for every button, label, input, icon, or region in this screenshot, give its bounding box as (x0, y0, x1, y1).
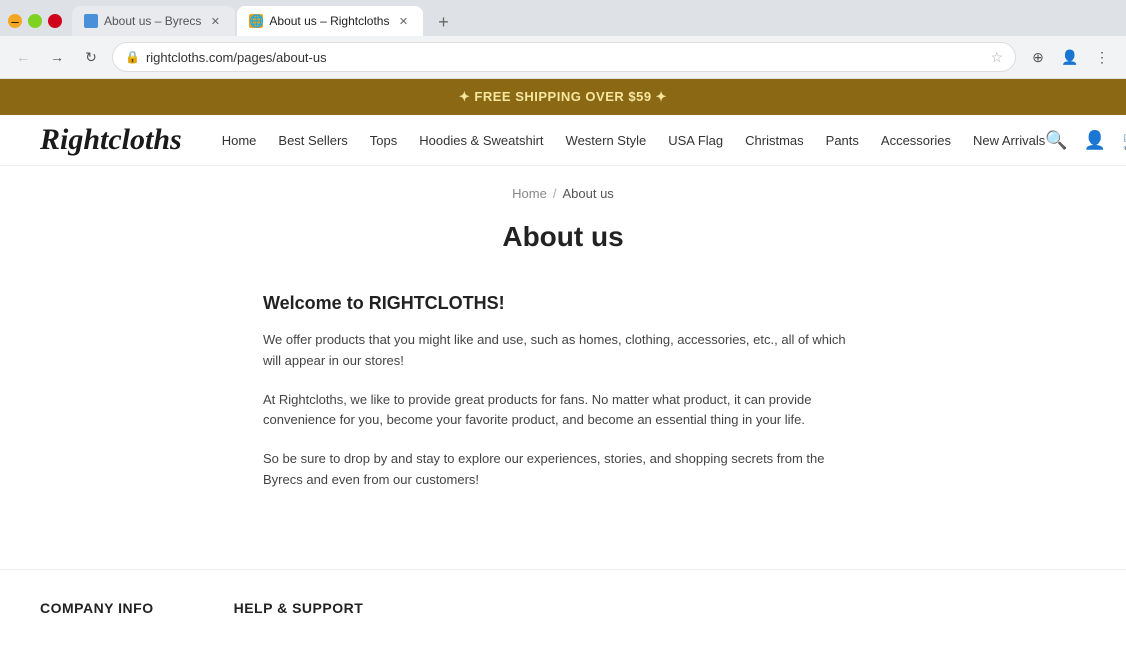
breadcrumb-home[interactable]: Home (512, 186, 547, 201)
nav-hoodies[interactable]: Hoodies & Sweatshirt (419, 133, 543, 148)
nav-christmas[interactable]: Christmas (745, 133, 804, 148)
minimize-button[interactable]: – (8, 14, 22, 28)
lock-icon: 🔒 (125, 50, 140, 64)
profile-button[interactable]: 👤 (1056, 43, 1084, 71)
browser-tab-2[interactable]: 🌐 About us – Rightcloths ✕ (237, 6, 423, 36)
footer-company-heading: COMPANY INFO (40, 600, 154, 616)
about-paragraph-1: We offer products that you might like an… (263, 330, 863, 372)
tab-label-2: About us – Rightcloths (269, 14, 389, 28)
page-title: About us (40, 221, 1086, 253)
about-heading: Welcome to RIGHTCLOTHS! (263, 293, 863, 314)
browser-tabs: About us – Byrecs ✕ 🌐 About us – Rightcl… (72, 6, 1118, 36)
site-footer: COMPANY INFO HELP & SUPPORT (0, 569, 1126, 648)
extensions-button[interactable]: ⊕ (1024, 43, 1052, 71)
main-nav: Home Best Sellers Tops Hoodies & Sweatsh… (222, 133, 1046, 148)
nav-accessories[interactable]: Accessories (881, 133, 951, 148)
tab-close-1[interactable]: ✕ (207, 13, 223, 29)
footer-help-support: HELP & SUPPORT (234, 600, 364, 628)
browser-tab-1[interactable]: About us – Byrecs ✕ (72, 6, 235, 36)
nav-home[interactable]: Home (222, 133, 257, 148)
new-tab-button[interactable]: + (429, 8, 457, 36)
breadcrumb-separator: / (553, 186, 557, 201)
about-paragraph-2: At Rightcloths, we like to provide great… (263, 390, 863, 432)
breadcrumb-current: About us (562, 186, 613, 201)
site-logo[interactable]: Rightcloths (40, 125, 182, 155)
site-header: Rightcloths Home Best Sellers Tops Hoodi… (0, 115, 1126, 166)
nav-western-style[interactable]: Western Style (566, 133, 647, 148)
search-icon[interactable]: 🔍 (1045, 130, 1067, 151)
account-icon[interactable]: 👤 (1084, 130, 1106, 151)
tab-label-1: About us – Byrecs (104, 14, 201, 28)
close-button[interactable] (48, 14, 62, 28)
tab-favicon-1 (84, 14, 98, 28)
shipping-text: ✦ FREE SHIPPING OVER $59 ✦ (459, 89, 667, 104)
breadcrumb: Home / About us (40, 186, 1086, 201)
window-controls: – (8, 14, 62, 28)
nav-tops[interactable]: Tops (370, 133, 397, 148)
cart-icon[interactable]: 🛒 (1122, 130, 1126, 151)
browser-toolbar: ← → ↻ 🔒 rightcloths.com/pages/about-us ☆… (0, 36, 1126, 78)
back-button[interactable]: ← (10, 44, 36, 70)
forward-button[interactable]: → (44, 44, 70, 70)
nav-pants[interactable]: Pants (826, 133, 859, 148)
browser-chrome: – About us – Byrecs ✕ 🌐 About us – Right… (0, 0, 1126, 79)
logo-text: Rightcloths (40, 125, 182, 155)
toolbar-actions: ⊕ 👤 ⋮ (1024, 43, 1116, 71)
browser-titlebar: – About us – Byrecs ✕ 🌐 About us – Right… (0, 0, 1126, 36)
footer-company-info: COMPANY INFO (40, 600, 154, 628)
address-bar[interactable]: 🔒 rightcloths.com/pages/about-us ☆ (112, 42, 1016, 72)
nav-new-arrivals[interactable]: New Arrivals (973, 133, 1045, 148)
page-content: Home / About us About us Welcome to RIGH… (0, 166, 1126, 569)
tab-favicon-2: 🌐 (249, 14, 263, 28)
maximize-button[interactable] (28, 14, 42, 28)
bookmark-icon[interactable]: ☆ (990, 49, 1003, 66)
url-text: rightcloths.com/pages/about-us (146, 50, 984, 65)
tab-close-2[interactable]: ✕ (395, 13, 411, 29)
menu-button[interactable]: ⋮ (1088, 43, 1116, 71)
header-icons: 🔍 👤 🛒 (1045, 130, 1126, 151)
footer-help-heading: HELP & SUPPORT (234, 600, 364, 616)
nav-usa-flag[interactable]: USA Flag (668, 133, 723, 148)
shipping-banner: ✦ FREE SHIPPING OVER $59 ✦ (0, 79, 1126, 115)
about-section: Welcome to RIGHTCLOTHS! We offer product… (263, 293, 863, 491)
about-paragraph-3: So be sure to drop by and stay to explor… (263, 449, 863, 491)
refresh-button[interactable]: ↻ (78, 44, 104, 70)
nav-best-sellers[interactable]: Best Sellers (278, 133, 347, 148)
